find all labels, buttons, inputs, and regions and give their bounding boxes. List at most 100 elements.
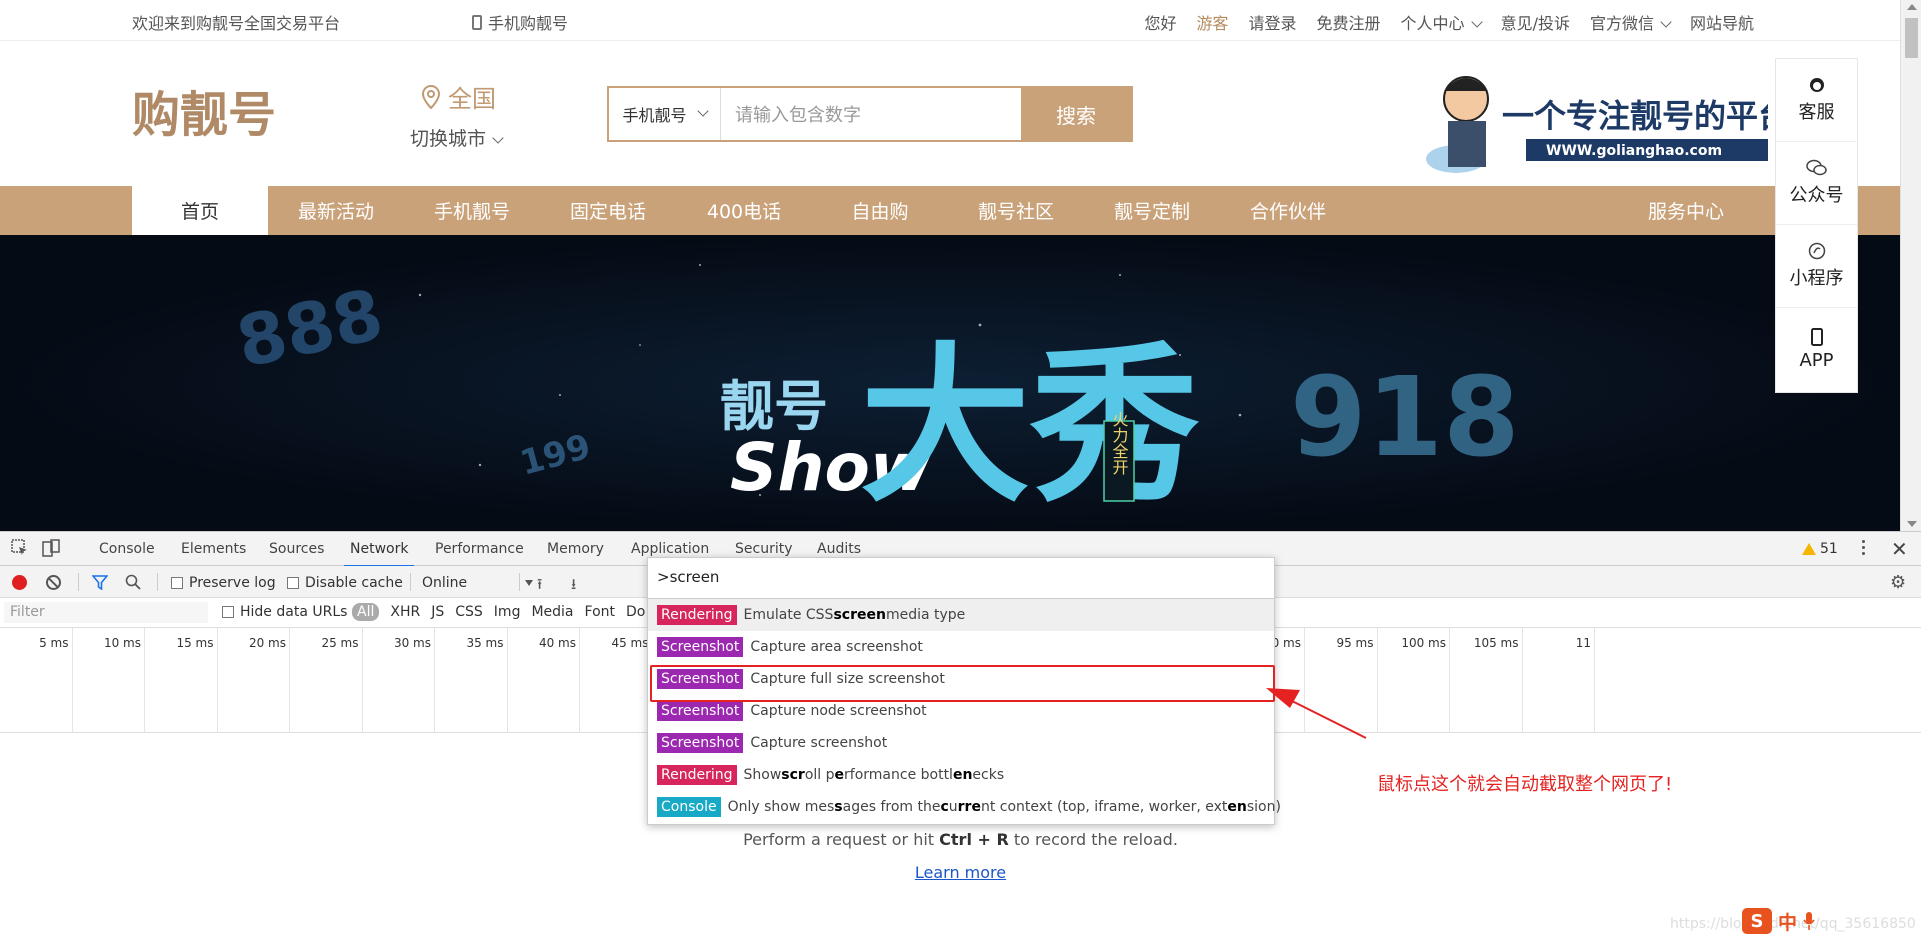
side-customer-service[interactable]: 客服 <box>1776 59 1857 142</box>
side-app[interactable]: APP <box>1776 308 1857 391</box>
command-text: Show <box>743 767 782 783</box>
scroll-down-icon[interactable] <box>1907 521 1917 527</box>
site-nav-link[interactable]: 网站导航 <box>1690 10 1754 34</box>
search-input[interactable]: 请输入包含数字 <box>721 88 1021 140</box>
side-mini-program[interactable]: 小程序 <box>1776 225 1857 308</box>
ime-toolbar[interactable]: S 中 <box>1742 906 1838 936</box>
command-menu-input[interactable]: >screen <box>648 558 1274 599</box>
tab-sources[interactable]: Sources <box>269 541 324 557</box>
close-icon[interactable]: ✕ <box>1891 537 1908 561</box>
timeline-tick-label: 20 ms <box>248 636 286 650</box>
import-har-icon[interactable]: ⭱ <box>537 574 542 599</box>
search-button[interactable]: 搜索 <box>1021 88 1131 140</box>
inspect-element-icon[interactable] <box>11 539 29 557</box>
login-link[interactable]: 请登录 <box>1249 10 1297 34</box>
tab-audits[interactable]: Audits <box>817 541 861 557</box>
device-toolbar-icon[interactable] <box>42 539 60 557</box>
export-har-icon[interactable]: ⭳ <box>571 574 576 599</box>
clear-icon[interactable] <box>46 575 61 590</box>
nav-partners[interactable]: 合作伙伴 <box>1220 186 1356 235</box>
filter-media[interactable]: Media <box>531 604 573 620</box>
sogou-ime-icon[interactable]: S <box>1742 908 1772 934</box>
side-customer-service-label: 客服 <box>1798 102 1835 123</box>
scrollbar-thumb[interactable] <box>1905 18 1918 58</box>
mobile-link[interactable]: 手机购靓号 <box>472 10 568 34</box>
command-item[interactable]: Rendering Show scr oll p e rformance bottl en… <box>648 759 1274 791</box>
filter-input[interactable]: Filter <box>4 602 208 623</box>
record-icon[interactable] <box>12 575 27 590</box>
search-icon[interactable] <box>125 574 141 590</box>
filter-doc[interactable]: Do <box>626 604 645 620</box>
register-link[interactable]: 免费注册 <box>1317 10 1381 34</box>
user-center-menu[interactable]: 个人中心 <box>1401 10 1483 34</box>
command-item[interactable]: Console Only show mes s ages from the c u rre… <box>648 791 1281 823</box>
city-selector[interactable]: 全国 切换城市 <box>410 79 520 151</box>
command-text: media type <box>885 607 966 623</box>
warnings-counter[interactable]: 51 <box>1802 541 1838 557</box>
wechat-menu[interactable]: 官方微信 <box>1589 10 1672 34</box>
nav-community[interactable]: 靓号社区 <box>948 186 1084 235</box>
nav-400[interactable]: 400电话 <box>676 186 812 235</box>
nav-free-buy[interactable]: 自由购 <box>812 186 948 235</box>
nav-landline[interactable]: 固定电话 <box>540 186 676 235</box>
tab-performance[interactable]: Performance <box>435 541 524 557</box>
empty-network-message: Perform a request or hit Ctrl + R to rec… <box>0 830 1921 849</box>
filter-css[interactable]: CSS <box>455 604 483 620</box>
feedback-link[interactable]: 意见/投诉 <box>1501 10 1570 34</box>
wechat-label: 官方微信 <box>1589 14 1654 33</box>
nav-events[interactable]: 最新活动 <box>268 186 404 235</box>
top-bar: 欢迎来到购靓号全国交易平台 手机购靓号 您好 游客 请登录 免费注册 个人中心 … <box>0 0 1900 41</box>
match-highlight: c <box>940 799 949 815</box>
command-text: ages from the <box>842 799 941 815</box>
empty-message-post: to record the reload. <box>1008 830 1178 849</box>
nav-home[interactable]: 首页 <box>132 186 268 235</box>
tab-application[interactable]: Application <box>631 541 709 557</box>
preserve-log-checkbox[interactable]: Preserve log <box>171 575 276 591</box>
filter-font[interactable]: Font <box>585 604 615 620</box>
tab-elements[interactable]: Elements <box>181 541 246 557</box>
nav-service-center[interactable]: 服务中心 <box>1618 186 1754 235</box>
hide-data-urls-checkbox[interactable]: Hide data URLs <box>222 604 347 620</box>
search-category-select[interactable]: 手机靓号 <box>609 88 721 140</box>
filter-all[interactable]: All <box>352 603 380 621</box>
svg-text:一个专注靓号的平台: 一个专注靓号的平台 <box>1502 97 1768 135</box>
learn-more-link[interactable]: Learn more <box>0 863 1921 882</box>
gear-icon[interactable]: ⚙ <box>1890 572 1906 593</box>
timeline-tick-label: 35 ms <box>466 636 504 650</box>
microphone-icon[interactable] <box>1803 911 1815 931</box>
page-scrollbar[interactable] <box>1900 0 1921 531</box>
command-item[interactable]: Screenshot Capture area screenshot <box>648 631 1274 663</box>
disable-cache-checkbox[interactable]: Disable cache <box>287 575 403 591</box>
ime-language-toggle[interactable]: 中 <box>1778 908 1797 935</box>
switch-city-label: 切换城市 <box>410 128 487 150</box>
scroll-up-icon[interactable] <box>1907 4 1917 10</box>
tab-console[interactable]: Console <box>99 541 155 557</box>
svg-text:购靓号: 购靓号 <box>132 87 276 143</box>
timeline-tick: 45 ms <box>580 628 653 733</box>
filter-icon[interactable] <box>92 575 108 590</box>
command-item[interactable]: Rendering Emulate CSS screen media type <box>648 599 1274 631</box>
nav-mobile-numbers[interactable]: 手机靓号 <box>404 186 540 235</box>
match-highlight: scr <box>781 767 805 783</box>
tab-memory[interactable]: Memory <box>547 541 604 557</box>
filter-xhr[interactable]: XHR <box>390 604 420 620</box>
search-category-label: 手机靓号 <box>622 106 687 125</box>
tab-security[interactable]: Security <box>735 541 793 557</box>
side-official-account[interactable]: 公众号 <box>1776 142 1857 225</box>
hero-banner[interactable]: 888 199 918 靓号 Show 大秀 火力全开 <box>0 235 1900 531</box>
tab-network[interactable]: Network <box>343 541 415 567</box>
timeline-tick: 25 ms <box>290 628 363 733</box>
timeline-tick-label: 30 ms <box>393 636 431 650</box>
command-text: nt context (top, iframe, worker, ext <box>980 799 1228 815</box>
nav-custom[interactable]: 靓号定制 <box>1084 186 1220 235</box>
timeline-tick: 5 ms <box>0 628 73 733</box>
throttling-select[interactable]: Online <box>422 575 534 591</box>
more-options-icon[interactable] <box>1862 540 1865 555</box>
site-logo[interactable]: 购靓号 <box>132 79 288 147</box>
filter-js[interactable]: JS <box>431 604 444 620</box>
svg-text:918: 918 <box>1290 353 1520 481</box>
command-item[interactable]: Screenshot Capture screenshot <box>648 727 1274 759</box>
filter-img[interactable]: Img <box>494 604 521 620</box>
match-highlight: screen <box>833 607 886 623</box>
city-name: 全国 <box>448 85 496 113</box>
